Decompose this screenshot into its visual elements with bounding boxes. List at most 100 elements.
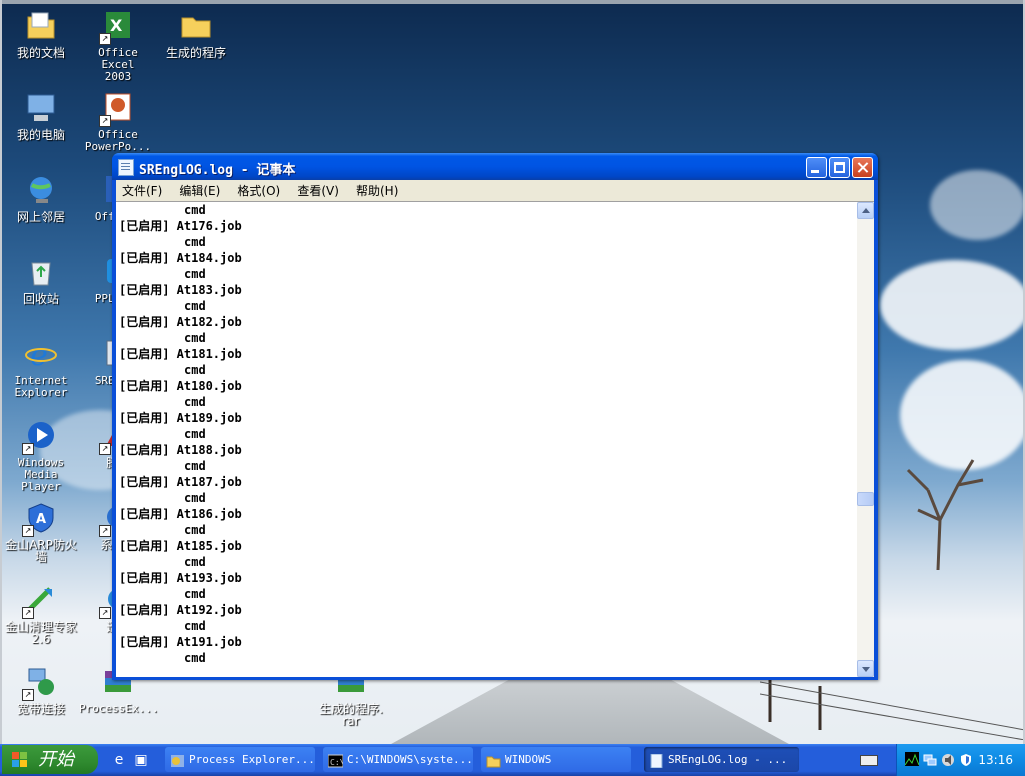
shortcut-arrow-icon: ↗ — [99, 607, 111, 619]
shortcut-arrow-icon: ↗ — [99, 115, 111, 127]
security-shield-icon[interactable] — [959, 752, 973, 766]
text-line: [已启用] At181.job — [119, 347, 242, 361]
text-line: cmd — [119, 459, 206, 473]
shortcut-arrow-icon: ↗ — [99, 525, 111, 537]
task-label: Process Explorer... — [189, 753, 315, 766]
text-line: cmd — [119, 331, 206, 345]
desktop-icon-label: 我的电脑 — [16, 128, 65, 142]
text-line: cmd — [119, 299, 206, 313]
desktop-icon-recycle-bin[interactable]: 回收站 — [2, 255, 80, 305]
desktop-icon-label: 金山ARP防火 墙 — [5, 538, 77, 564]
desktop-icon-broadband[interactable]: ↗ 宽带连接 — [2, 665, 80, 715]
desktop-icon-generated-program-folder[interactable]: 生成的程序 — [157, 9, 235, 59]
menu-help[interactable]: 帮助(H) — [350, 181, 404, 202]
text-line: cmd — [119, 235, 206, 249]
network-tray-icon[interactable] — [923, 752, 937, 766]
text-line: [已启用] At193.job — [119, 571, 242, 585]
text-line: [已启用] At187.job — [119, 475, 242, 489]
folder-documents-icon — [24, 9, 58, 43]
desktop-icon-my-computer[interactable]: 我的电脑 — [2, 91, 80, 141]
window-titlebar[interactable]: SREngLOG.log - 记事本 — [112, 153, 878, 180]
svg-text:C:\: C:\ — [330, 758, 343, 767]
desktop-icon-network-places[interactable]: 网上邻居 — [2, 173, 80, 223]
desktop-icon-label: Office PowerPo... — [84, 128, 152, 153]
desktop-icon-label: Office Excel 2003 — [98, 46, 138, 83]
text-content[interactable]: cmd [已启用] At176.job cmd [已启用] At184.job cm… — [116, 202, 857, 677]
task-label: WINDOWS — [505, 753, 552, 766]
folder-icon — [486, 752, 501, 768]
text-line: cmd — [119, 427, 206, 441]
taskbar-button-windows-folder[interactable]: WINDOWS — [481, 747, 631, 772]
notepad-icon — [649, 752, 664, 769]
text-line: cmd — [119, 619, 206, 633]
desktop-icon-internet-explorer[interactable]: e Internet Explorer — [2, 337, 80, 399]
media-player-icon: ↗ — [22, 419, 58, 455]
taskbar-button-process-explorer[interactable]: Process Explorer... — [165, 747, 315, 772]
cloud — [880, 260, 1025, 350]
recycle-bin-icon — [24, 255, 58, 289]
text-line: [已启用] At189.job — [119, 411, 242, 425]
screen-frame-top — [0, 0, 1025, 4]
menu-view[interactable]: 查看(V) — [291, 181, 345, 202]
notepad-icon — [118, 159, 134, 176]
desktop-icon-cleaner[interactable]: ↗ 金山清理专家 2.6 — [2, 583, 80, 645]
text-line: [已启用] At185.job — [119, 539, 242, 553]
menu-bar: 文件(F) 编辑(E) 格式(O) 查看(V) 帮助(H) — [116, 180, 874, 201]
show-desktop-icon[interactable]: ▣ — [132, 751, 150, 769]
desktop-icon-media-player[interactable]: ↗ Windows Media Player — [2, 419, 80, 493]
notepad-window[interactable]: SREngLOG.log - 记事本 文件(F) 编辑(E) 格式(O) 查看(… — [112, 153, 878, 680]
desktop-icon-my-documents[interactable]: 我的文档 — [2, 9, 80, 59]
menu-format[interactable]: 格式(O) — [231, 181, 286, 202]
desktop-icon-office-excel[interactable]: X ↗ Office Excel 2003 — [79, 9, 157, 83]
desktop-icon-label: 金山清理专家 2.6 — [4, 620, 77, 646]
shortcut-arrow-icon: ↗ — [22, 525, 34, 537]
menu-file[interactable]: 文件(F) — [116, 181, 168, 202]
desktop-icon-label: 生成的程序. rar — [319, 702, 383, 728]
text-line: cmd — [119, 267, 206, 281]
close-button[interactable] — [852, 157, 873, 178]
network-connection-icon: ↗ — [22, 665, 58, 701]
clock[interactable]: 13:16 — [978, 744, 1013, 776]
scroll-thumb[interactable] — [857, 492, 874, 507]
scroll-up-button[interactable] — [857, 202, 874, 219]
desktop-icon-label: 回收站 — [22, 292, 59, 306]
text-line: [已启用] At176.job — [119, 219, 242, 233]
desktop-icon-arp-firewall[interactable]: A ↗ 金山ARP防火 墙 — [2, 501, 80, 563]
text-line: [已启用] At191.job — [119, 635, 242, 649]
taskbar-button-cmd[interactable]: C:\ C:\WINDOWS\syste... — [323, 747, 473, 772]
cleaner-icon: ↗ — [22, 583, 58, 619]
shortcut-arrow-icon: ↗ — [22, 443, 34, 455]
snow-road — [380, 670, 800, 750]
desktop-icon-label: 宽带连接 — [16, 702, 65, 716]
start-button[interactable]: 开始 — [2, 745, 98, 774]
desktop-icon-label: 网上邻居 — [16, 210, 65, 224]
svg-text:A: A — [36, 512, 46, 527]
text-line: [已启用] At186.job — [119, 507, 242, 521]
window-title: SREngLOG.log - 记事本 — [139, 163, 296, 178]
internet-explorer-icon: e — [24, 337, 58, 373]
system-tray: 13:16 — [896, 744, 1025, 776]
maximize-button[interactable] — [829, 157, 850, 178]
taskbar-button-notepad[interactable]: SREngLOG.log - ... — [644, 747, 799, 772]
desktop-icon-label: Internet Explorer — [14, 374, 68, 399]
excel-icon: X ↗ — [99, 9, 135, 45]
ie-quicklaunch-icon[interactable]: e — [110, 751, 128, 769]
desktop-icon-office-powerpoint[interactable]: ↗ Office PowerPo... — [79, 91, 157, 153]
text-line: cmd — [119, 491, 206, 505]
shortcut-arrow-icon: ↗ — [99, 33, 111, 45]
keyboard-icon[interactable] — [860, 755, 878, 766]
volume-icon[interactable] — [941, 752, 955, 766]
minimize-button[interactable] — [806, 157, 827, 178]
menu-edit[interactable]: 编辑(E) — [173, 181, 226, 202]
computer-icon — [24, 91, 58, 125]
shortcut-arrow-icon: ↗ — [22, 689, 34, 701]
folder-icon — [179, 9, 213, 43]
start-label: 开始 — [38, 749, 74, 770]
vertical-scrollbar[interactable] — [857, 202, 874, 677]
text-line: [已启用] At188.job — [119, 443, 242, 457]
performance-monitor-icon[interactable] — [904, 752, 920, 766]
scroll-down-button[interactable] — [857, 660, 874, 677]
text-editor[interactable]: cmd [已启用] At176.job cmd [已启用] At184.job cm… — [116, 201, 874, 677]
network-globe-icon — [24, 173, 58, 207]
desktop-icon-label: 我的文档 — [16, 46, 65, 60]
